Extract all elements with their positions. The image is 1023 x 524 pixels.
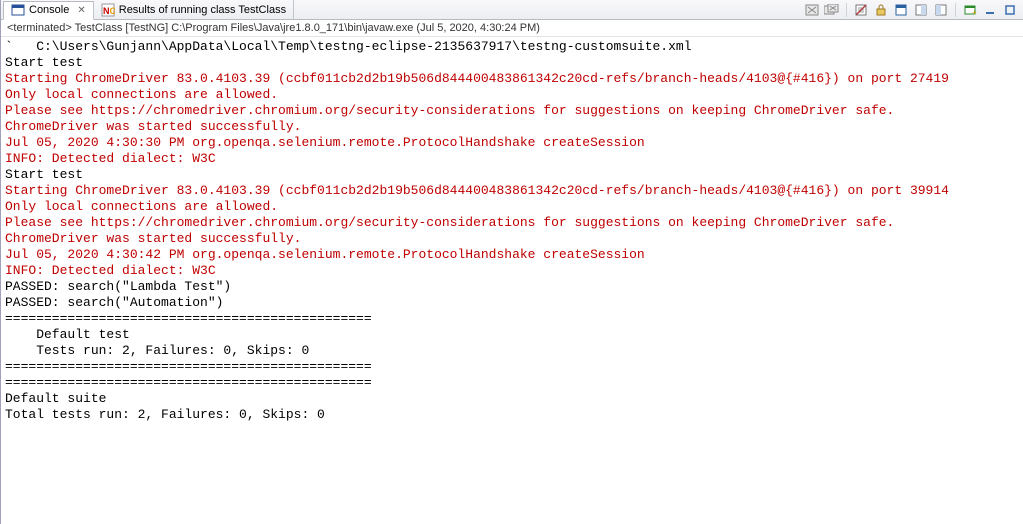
console-line: Jul 05, 2020 4:30:42 PM org.openqa.selen… xyxy=(5,247,1019,263)
open-console-icon[interactable]: + xyxy=(961,2,979,18)
svg-text:NG: NG xyxy=(103,6,115,16)
tab-console[interactable]: Console ✕ xyxy=(3,1,94,20)
separator xyxy=(846,3,847,17)
console-line: ChromeDriver was started successfully. xyxy=(5,119,1019,135)
view-tabbar: Console ✕ NG Results of running class Te… xyxy=(1,0,1023,20)
remove-launch-icon[interactable] xyxy=(803,2,821,18)
console-line: PASSED: search("Automation") xyxy=(5,295,1019,311)
console-line: Please see https://chromedriver.chromium… xyxy=(5,215,1019,231)
close-icon[interactable]: ✕ xyxy=(77,5,85,16)
console-line: Start test xyxy=(5,167,1019,183)
console-line: Only local connections are allowed. xyxy=(5,87,1019,103)
console-line: Total tests run: 2, Failures: 0, Skips: … xyxy=(5,407,1019,423)
separator xyxy=(955,3,956,17)
console-line: ========================================… xyxy=(5,359,1019,375)
tab-results-label: Results of running class TestClass xyxy=(119,4,286,16)
console-line: Starting ChromeDriver 83.0.4103.39 (ccbf… xyxy=(5,71,1019,87)
console-line: ChromeDriver was started successfully. xyxy=(5,231,1019,247)
scroll-lock-icon[interactable] xyxy=(872,2,890,18)
minimize-icon[interactable] xyxy=(981,2,999,18)
launch-info: <terminated> TestClass [TestNG] C:\Progr… xyxy=(1,20,1023,37)
tab-results[interactable]: NG Results of running class TestClass xyxy=(94,0,294,19)
svg-text:+: + xyxy=(972,8,977,17)
console-icon xyxy=(11,3,25,17)
pin-console-icon[interactable] xyxy=(912,2,930,18)
console-line: ` C:\Users\Gunjann\AppData\Local\Temp\te… xyxy=(5,39,1019,55)
console-line: Starting ChromeDriver 83.0.4103.39 (ccbf… xyxy=(5,183,1019,199)
console-line: ========================================… xyxy=(5,311,1019,327)
testng-icon: NG xyxy=(101,3,115,17)
word-wrap-icon[interactable] xyxy=(892,2,910,18)
console-line: ========================================… xyxy=(5,375,1019,391)
clear-console-icon[interactable] xyxy=(852,2,870,18)
maximize-icon[interactable] xyxy=(1001,2,1019,18)
console-line: Start test xyxy=(5,55,1019,71)
console-line: Tests run: 2, Failures: 0, Skips: 0 xyxy=(5,343,1019,359)
console-line: Please see https://chromedriver.chromium… xyxy=(5,103,1019,119)
console-line: INFO: Detected dialect: W3C xyxy=(5,151,1019,167)
console-line: INFO: Detected dialect: W3C xyxy=(5,263,1019,279)
tab-console-label: Console xyxy=(29,4,69,16)
console-line: Jul 05, 2020 4:30:30 PM org.openqa.selen… xyxy=(5,135,1019,151)
console-line: Default test xyxy=(5,327,1019,343)
console-output[interactable]: ` C:\Users\Gunjann\AppData\Local\Temp\te… xyxy=(1,37,1023,425)
console-line: Only local connections are allowed. xyxy=(5,199,1019,215)
console-line: PASSED: search("Lambda Test") xyxy=(5,279,1019,295)
display-selected-icon[interactable] xyxy=(932,2,950,18)
remove-all-icon[interactable] xyxy=(823,2,841,18)
console-toolbar: + xyxy=(803,2,1023,18)
console-line: Default suite xyxy=(5,391,1019,407)
